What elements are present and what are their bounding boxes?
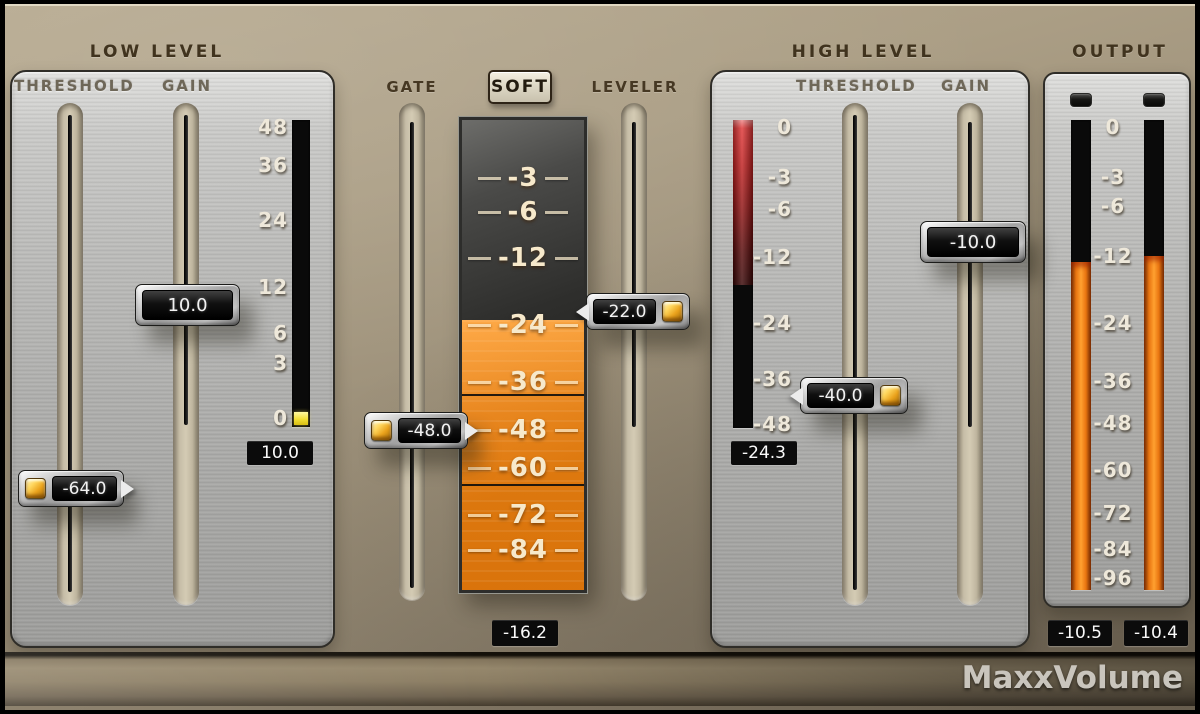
- low-gain-value[interactable]: 10.0: [142, 290, 233, 320]
- low-gain-handle[interactable]: 10.0: [135, 284, 240, 326]
- maxxvolume-plugin-window: LOW LEVEL HIGH LEVEL OUTPUT THRESHOLD GA…: [0, 0, 1200, 714]
- low-threshold-slider-shaft: [68, 115, 72, 592]
- high-meter-readout: -24.3: [731, 441, 797, 465]
- leveler-led[interactable]: [662, 301, 683, 322]
- low-level-title: LOW LEVEL: [47, 42, 267, 62]
- low-threshold-label: THRESHOLD: [14, 77, 134, 95]
- output-clip-led-left[interactable]: [1070, 93, 1092, 107]
- leveler-label: LEVELER: [585, 78, 685, 96]
- high-threshold-label: THRESHOLD: [796, 77, 916, 95]
- soft-mode-button[interactable]: SOFT: [488, 70, 552, 104]
- low-level-meter: [292, 120, 310, 427]
- high-threshold-value[interactable]: -40.0: [807, 383, 874, 408]
- gate-value[interactable]: -48.0: [398, 418, 461, 443]
- high-level-gain-reduction-meter: [733, 120, 753, 428]
- output-title: OUTPUT: [1030, 42, 1200, 62]
- output-panel: [1043, 72, 1191, 608]
- high-gain-label: GAIN: [916, 77, 1016, 95]
- bottom-bar: MaxxVolume: [5, 652, 1195, 706]
- output-meter-left: [1071, 120, 1091, 590]
- high-level-meter-red-bar: [733, 120, 753, 285]
- gate-slider-shaft: [410, 122, 414, 588]
- output-meter-right: [1144, 120, 1164, 590]
- energy-meter: [459, 117, 587, 593]
- output-clip-led-right[interactable]: [1143, 93, 1165, 107]
- low-threshold-led[interactable]: [25, 478, 46, 499]
- leveler-slider-shaft: [632, 122, 636, 427]
- low-threshold-handle[interactable]: -64.0: [18, 470, 124, 507]
- high-level-title: HIGH LEVEL: [753, 42, 973, 62]
- low-gain-label: GAIN: [137, 77, 237, 95]
- high-threshold-slider-shaft: [853, 115, 857, 590]
- handle-arrow-icon: [576, 303, 589, 321]
- low-threshold-value[interactable]: -64.0: [52, 476, 117, 501]
- high-threshold-led[interactable]: [880, 385, 901, 406]
- handle-arrow-icon: [790, 387, 803, 405]
- high-gain-value[interactable]: -10.0: [927, 227, 1019, 257]
- high-gain-handle[interactable]: -10.0: [920, 221, 1026, 263]
- energy-meter-orange-fill: [462, 320, 584, 590]
- low-level-meter-indicator: [294, 412, 308, 425]
- low-gain-slider-shaft: [184, 115, 188, 425]
- output-right-readout: -10.4: [1124, 620, 1188, 646]
- gate-label: GATE: [362, 78, 462, 96]
- plugin-logo: MaxxVolume: [962, 660, 1183, 696]
- leveler-handle[interactable]: -22.0: [586, 293, 690, 330]
- energy-meter-high-threshold-marker: [462, 484, 584, 486]
- gate-handle[interactable]: -48.0: [364, 412, 468, 449]
- energy-meter-screen: [462, 120, 584, 590]
- energy-meter-low-threshold-marker: [462, 394, 584, 396]
- output-meter-right-fill: [1144, 256, 1164, 590]
- gate-led[interactable]: [371, 420, 392, 441]
- handle-arrow-icon: [465, 422, 478, 440]
- low-meter-readout: 10.0: [247, 441, 313, 465]
- handle-arrow-icon: [121, 480, 134, 498]
- high-threshold-handle[interactable]: -40.0: [800, 377, 908, 414]
- output-meter-left-fill: [1071, 262, 1091, 590]
- energy-meter-readout: -16.2: [492, 620, 558, 646]
- high-gain-slider-shaft: [968, 122, 972, 427]
- leveler-value[interactable]: -22.0: [593, 299, 656, 324]
- output-left-readout: -10.5: [1048, 620, 1112, 646]
